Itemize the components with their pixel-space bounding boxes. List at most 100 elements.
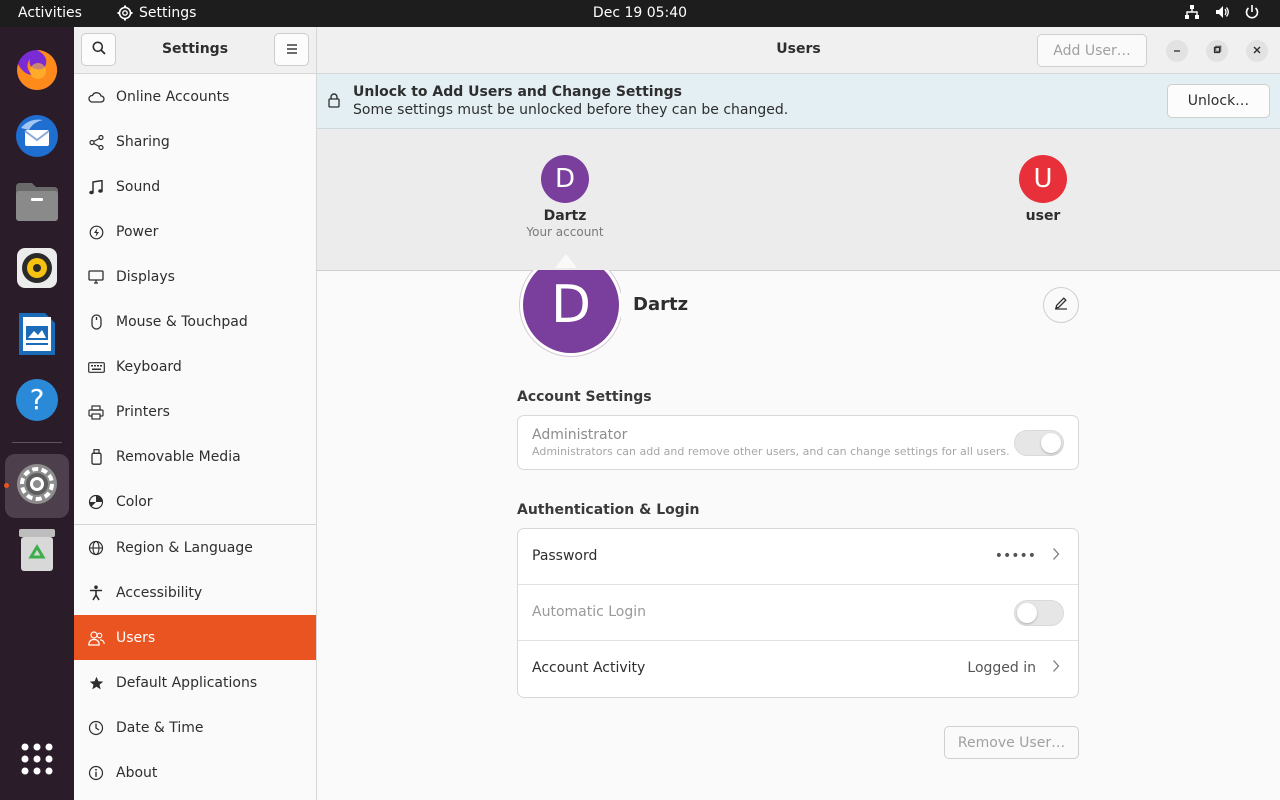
carousel-user-name: Dartz <box>543 208 587 224</box>
dock-trash[interactable] <box>5 520 69 584</box>
sidebar-item-label: About <box>116 764 158 781</box>
sidebar-item-label: Keyboard <box>116 358 182 375</box>
unlock-button[interactable]: Unlock… <box>1167 84 1270 118</box>
edit-name-button[interactable] <box>1043 287 1079 323</box>
sidebar-item-label: Removable Media <box>116 448 241 465</box>
minimize-button[interactable] <box>1166 40 1188 62</box>
dock-firefox[interactable] <box>5 40 69 104</box>
sidebar-item-users[interactable]: Users <box>74 615 316 660</box>
account-activity-label: Account Activity <box>532 660 646 676</box>
settings-icon <box>14 461 60 511</box>
account-settings-heading: Account Settings <box>517 389 652 405</box>
sidebar-item-color[interactable]: Color <box>74 479 316 524</box>
carousel-user-subtitle: Your account <box>526 225 604 239</box>
sidebar-item-region-language[interactable]: Region & Language <box>74 525 316 570</box>
sidebar-item-keyboard[interactable]: Keyboard <box>74 344 316 389</box>
sidebar-header: Settings <box>74 27 316 74</box>
carousel-user-user[interactable]: U user <box>983 155 1103 224</box>
sidebar-item-sound[interactable]: Sound <box>74 164 316 209</box>
globe-icon <box>87 539 105 557</box>
avatar: D <box>541 155 589 203</box>
mouse-icon <box>87 313 105 331</box>
power-icon <box>87 223 105 241</box>
dock-show-apps[interactable] <box>5 729 69 793</box>
sidebar-item-removable-media[interactable]: Removable Media <box>74 434 316 479</box>
hamburger-menu-button[interactable] <box>274 33 309 66</box>
dock-files[interactable] <box>5 172 69 236</box>
accessibility-icon <box>87 584 105 602</box>
sidebar-item-label: Sharing <box>116 133 170 150</box>
close-button[interactable] <box>1246 40 1268 62</box>
dock: ? <box>0 27 74 800</box>
info-icon <box>87 764 105 782</box>
users-panel: Users Add User… Unlock to Add Users and … <box>317 27 1280 800</box>
firefox-icon <box>14 47 60 97</box>
dock-separator <box>12 442 62 443</box>
sidebar-item-label: Accessibility <box>116 584 203 601</box>
add-user-button[interactable]: Add User… <box>1037 34 1147 67</box>
files-icon <box>14 181 60 227</box>
sidebar-item-mouse-touchpad[interactable]: Mouse & Touchpad <box>74 299 316 344</box>
power-menu-icon <box>1244 4 1260 20</box>
top-bar: Activities Settings Dec 19 05:40 <box>0 0 1280 27</box>
dock-settings[interactable] <box>5 454 69 518</box>
show-apps-icon <box>20 742 54 780</box>
automatic-login-label: Automatic Login <box>532 604 647 620</box>
administrator-description: Administrators can add and remove other … <box>532 445 1010 458</box>
sidebar-item-label: Region & Language <box>116 539 253 556</box>
sidebar-item-default-applications[interactable]: Default Applications <box>74 660 316 705</box>
profile-avatar[interactable]: D <box>518 270 621 358</box>
sidebar-item-about[interactable]: About <box>74 750 316 795</box>
clock[interactable]: Dec 19 05:40 <box>0 5 1280 21</box>
sidebar-item-printers[interactable]: Printers <box>74 389 316 434</box>
usb-drive-icon <box>87 448 105 466</box>
help-icon: ? <box>14 377 60 427</box>
account-activity-value: Logged in <box>967 660 1036 676</box>
sidebar-item-label: Displays <box>116 268 175 285</box>
rhythmbox-icon <box>15 246 59 294</box>
hamburger-menu-icon <box>286 42 298 58</box>
maximize-button[interactable] <box>1206 40 1228 62</box>
share-icon <box>87 133 105 151</box>
sidebar-item-displays[interactable]: Displays <box>74 254 316 299</box>
music-note-icon <box>87 178 105 196</box>
carousel-user-dartz[interactable]: D Dartz Your account <box>505 155 625 239</box>
account-settings-card: Administrator Administrators can add and… <box>517 415 1079 470</box>
toggle-knob <box>1041 433 1061 453</box>
sidebar-item-accessibility[interactable]: Accessibility <box>74 570 316 615</box>
automatic-login-row: Automatic Login <box>518 585 1078 641</box>
dock-help[interactable]: ? <box>5 370 69 434</box>
pencil-icon <box>1054 296 1068 314</box>
password-label: Password <box>532 548 598 564</box>
administrator-toggle[interactable] <box>1014 430 1064 456</box>
thunderbird-icon <box>13 112 61 164</box>
remove-user-button[interactable]: Remove User… <box>944 726 1079 759</box>
sidebar-item-label: Default Applications <box>116 674 258 691</box>
users-icon <box>87 629 105 647</box>
password-row[interactable]: Password ••••• <box>518 529 1078 585</box>
sidebar-item-label: Mouse & Touchpad <box>116 313 248 330</box>
panel-header: Users Add User… <box>317 27 1280 74</box>
dock-rhythmbox[interactable] <box>5 238 69 302</box>
sidebar-item-sharing[interactable]: Sharing <box>74 119 316 164</box>
unlock-infobar: Unlock to Add Users and Change Settings … <box>317 74 1280 129</box>
sidebar-item-label: Color <box>116 493 153 510</box>
sidebar-item-label: Users <box>116 629 156 646</box>
account-activity-row[interactable]: Account Activity Logged in <box>518 641 1078 697</box>
password-value: ••••• <box>994 548 1036 564</box>
dock-libreoffice-writer[interactable] <box>5 304 69 368</box>
keyboard-icon <box>87 358 105 376</box>
sidebar-item-online-accounts[interactable]: Online Accounts <box>74 74 316 119</box>
infobar-title: Unlock to Add Users and Change Settings <box>353 84 682 100</box>
system-tray[interactable] <box>1184 4 1260 20</box>
selection-pointer <box>555 254 577 268</box>
dock-thunderbird[interactable] <box>5 106 69 170</box>
sidebar-item-date-time[interactable]: Date & Time <box>74 705 316 750</box>
trash-icon <box>17 527 57 577</box>
carousel-user-name: user <box>1025 208 1061 224</box>
automatic-login-toggle[interactable] <box>1014 600 1064 626</box>
sidebar-item-power[interactable]: Power <box>74 209 316 254</box>
chevron-right-icon <box>1052 547 1060 565</box>
color-icon <box>87 493 105 511</box>
sidebar-item-label: Date & Time <box>116 719 204 736</box>
